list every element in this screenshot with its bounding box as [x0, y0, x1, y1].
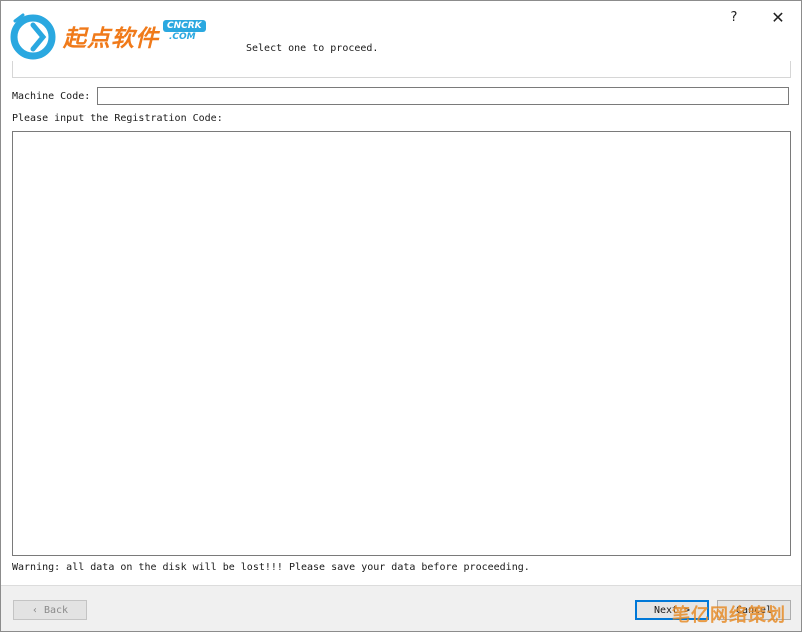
machine-code-field[interactable]	[97, 87, 789, 105]
logo-mark-icon	[10, 13, 56, 60]
registration-code-label: Please input the Registration Code:	[12, 113, 223, 124]
watermark: 笔亿网络策划	[672, 605, 786, 626]
question-icon: ?	[730, 9, 738, 25]
close-button[interactable]: ✕	[763, 7, 793, 27]
machine-code-label: Machine Code:	[12, 91, 91, 102]
logo-badge-top: CNCRK	[163, 20, 206, 32]
header-instruction: Select one to proceed.	[246, 43, 379, 54]
registration-dialog: ? ✕ 起点软件 CNCRK .COM Select one to procee…	[0, 0, 802, 632]
warning-text: Warning: all data on the disk will be lo…	[12, 562, 530, 573]
logo-badge-bottom: .COM	[169, 32, 196, 42]
logo-text: 起点软件	[63, 26, 159, 52]
cncrk-logo: 起点软件 CNCRK .COM	[9, 9, 245, 63]
help-button[interactable]: ?	[719, 7, 749, 27]
registration-code-input[interactable]	[12, 131, 791, 556]
close-icon: ✕	[771, 7, 785, 27]
logo-badge: CNCRK .COM	[163, 20, 206, 42]
header-divider	[12, 61, 791, 78]
back-button[interactable]: ‹ Back	[13, 600, 87, 620]
